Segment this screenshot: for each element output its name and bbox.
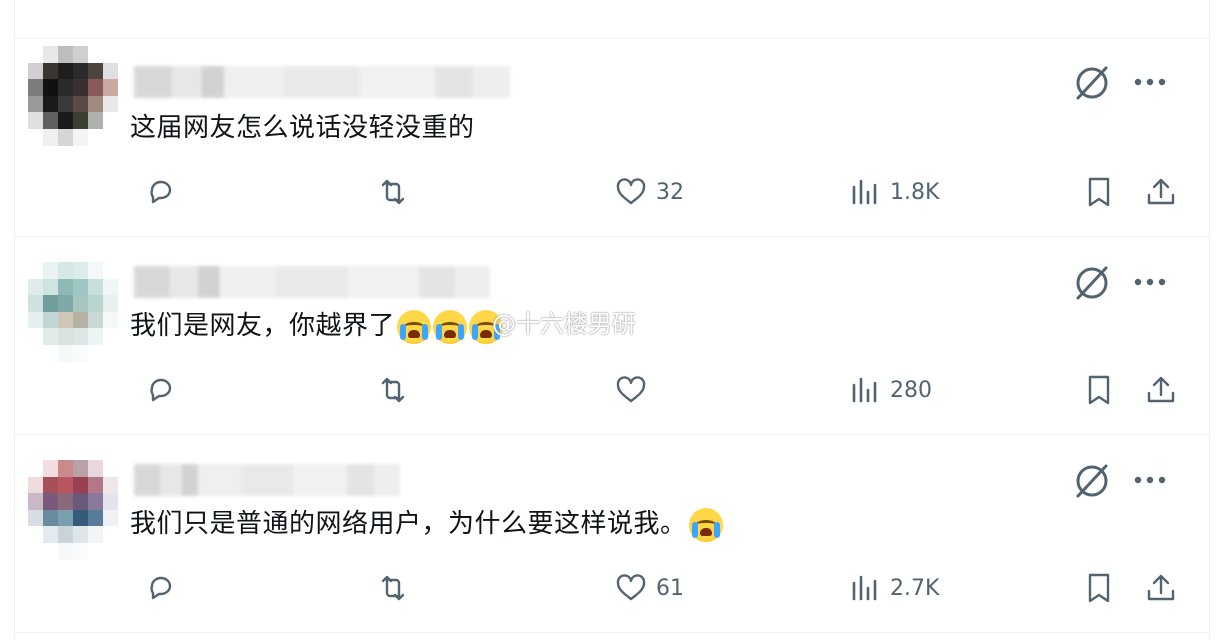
bookmark-icon	[1088, 177, 1110, 207]
post-divider	[14, 38, 1210, 39]
post-actions: 32 1.8K	[130, 172, 1190, 212]
heart-icon	[616, 376, 646, 403]
repost-button[interactable]	[376, 568, 418, 608]
post-divider	[14, 434, 1210, 435]
username-blurred[interactable]	[134, 66, 510, 98]
avatar[interactable]	[28, 262, 118, 362]
views-button[interactable]: 2.7K	[848, 568, 939, 608]
more-icon[interactable]	[1130, 268, 1170, 296]
like-button[interactable]	[614, 370, 656, 410]
reply-button[interactable]	[144, 370, 186, 410]
post-actions: 61 2.7K	[130, 568, 1190, 608]
more-icon[interactable]	[1130, 68, 1170, 96]
like-button[interactable]: 61	[614, 568, 684, 608]
grok-icon[interactable]	[1072, 460, 1112, 500]
repost-button[interactable]	[376, 370, 418, 410]
more-icon[interactable]	[1130, 466, 1170, 494]
grok-icon[interactable]	[1072, 62, 1112, 102]
bookmark-icon	[1088, 573, 1110, 603]
reply-button[interactable]	[144, 568, 186, 608]
share-icon	[1147, 178, 1175, 205]
heart-icon	[616, 178, 646, 205]
loudly-crying-emoji	[433, 309, 468, 344]
share-button[interactable]	[1144, 370, 1178, 410]
view-count: 280	[890, 377, 932, 403]
repost-icon	[381, 179, 405, 205]
analytics-icon	[852, 377, 877, 403]
like-button[interactable]: 32	[614, 172, 684, 212]
repost-icon	[381, 377, 405, 403]
reply-icon	[150, 378, 172, 402]
post-top-actions	[1072, 262, 1192, 302]
post-text: 我们只是普通的网络用户，为什么要这样说我。	[130, 506, 723, 542]
post-text: 我们是网友，你越界了	[130, 308, 504, 344]
bookmark-button[interactable]	[1082, 172, 1116, 212]
reply-icon	[150, 576, 172, 600]
reply-button[interactable]	[144, 172, 186, 212]
share-icon	[1147, 574, 1175, 601]
share-icon	[1147, 376, 1175, 403]
share-button[interactable]	[1144, 172, 1178, 212]
username-blurred[interactable]	[134, 266, 490, 298]
repost-icon	[381, 575, 405, 601]
view-count: 2.7K	[890, 575, 940, 601]
post-divider	[14, 236, 1210, 237]
like-count: 61	[656, 575, 684, 601]
like-count: 32	[656, 179, 684, 205]
view-count: 1.8K	[890, 179, 940, 205]
avatar[interactable]	[28, 46, 118, 146]
views-button[interactable]: 1.8K	[848, 172, 939, 212]
views-button[interactable]: 280	[848, 370, 932, 410]
bookmark-button[interactable]	[1082, 370, 1116, 410]
share-button[interactable]	[1144, 568, 1178, 608]
post-top-actions	[1072, 460, 1192, 500]
avatar[interactable]	[28, 460, 118, 560]
post-top-actions	[1072, 62, 1192, 102]
post-text: 这届网友怎么说话没轻没重的	[130, 113, 475, 143]
bookmark-icon	[1088, 375, 1110, 405]
loudly-crying-emoji	[688, 507, 723, 542]
username-blurred[interactable]	[134, 464, 400, 496]
grok-icon[interactable]	[1072, 262, 1112, 302]
loudly-crying-emoji	[397, 309, 432, 344]
analytics-icon	[852, 575, 877, 601]
post-divider	[14, 632, 1210, 633]
analytics-icon	[852, 179, 877, 205]
heart-icon	[616, 574, 646, 601]
watermark: @十六楼男研	[492, 310, 636, 338]
repost-button[interactable]	[376, 172, 418, 212]
reply-icon	[150, 180, 172, 204]
post-actions: 280	[130, 370, 1190, 410]
bookmark-button[interactable]	[1082, 568, 1116, 608]
